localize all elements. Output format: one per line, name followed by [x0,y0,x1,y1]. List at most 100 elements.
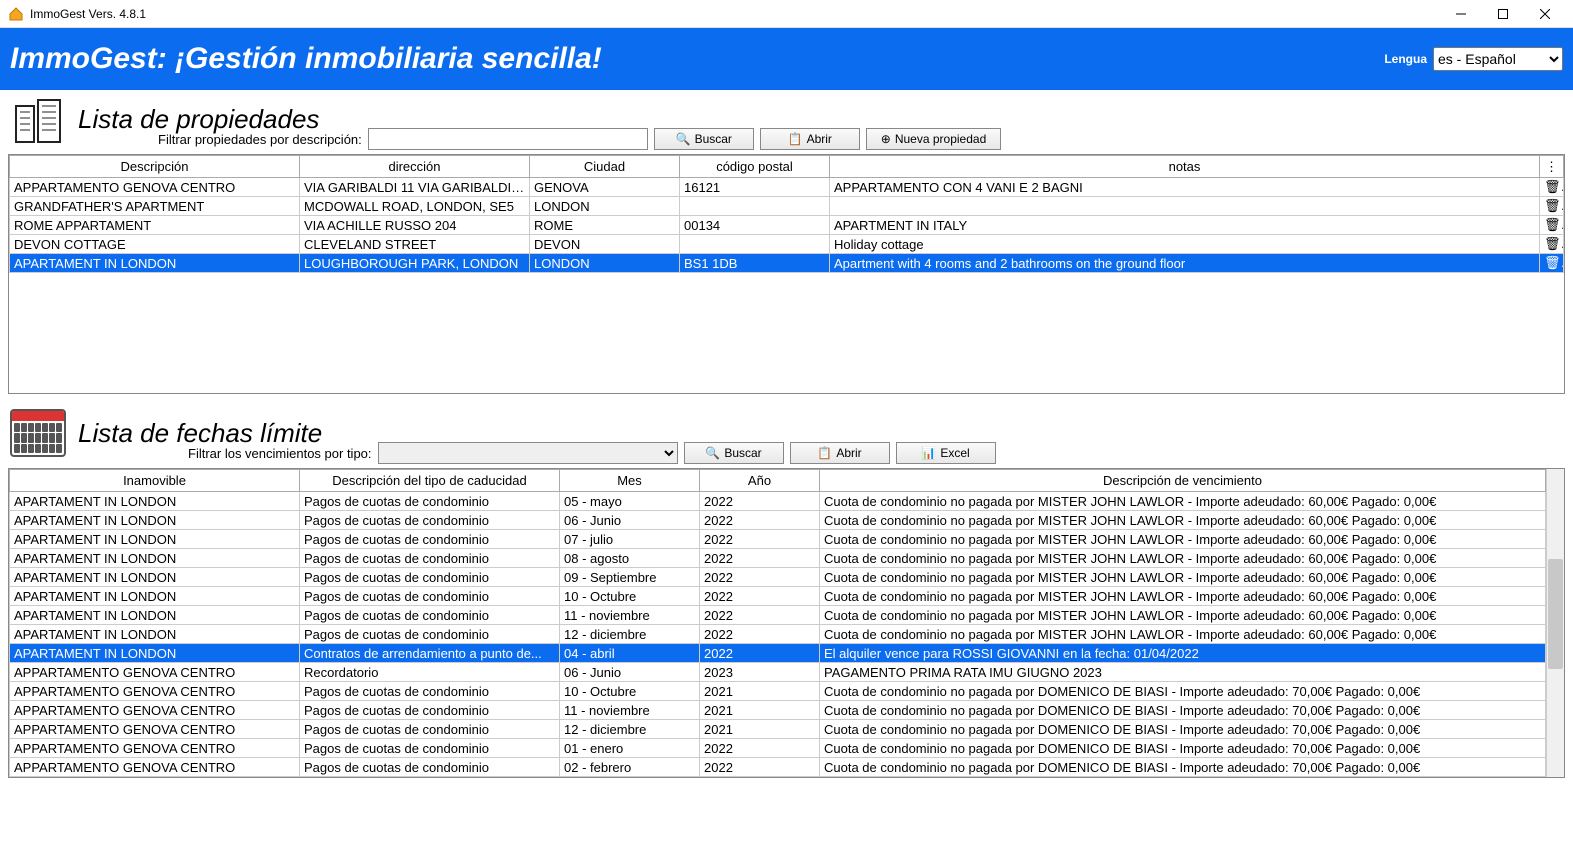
table-cell[interactable]: Cuota de condominio no pagada por MISTER… [820,625,1546,644]
col-description[interactable]: Descripción [10,156,300,178]
table-cell[interactable]: APPARTAMENTO CON 4 VANI E 2 BAGNI [830,178,1540,197]
delete-row-button[interactable]: 🗑 [1540,216,1564,235]
table-cell[interactable]: LONDON [530,254,680,273]
table-row[interactable]: APARTAMENT IN LONDONPagos de cuotas de c… [10,549,1546,568]
table-cell[interactable]: 2021 [700,720,820,739]
table-row[interactable]: APARTAMENT IN LONDONPagos de cuotas de c… [10,568,1546,587]
col-address[interactable]: dirección [300,156,530,178]
table-cell[interactable]: 01 - enero [560,739,700,758]
table-row[interactable]: DEVON COTTAGECLEVELAND STREETDEVONHolida… [10,235,1564,254]
table-cell[interactable]: Holiday cottage [830,235,1540,254]
table-cell[interactable]: APPARTAMENTO GENOVA CENTRO [10,663,300,682]
table-cell[interactable]: ROME [530,216,680,235]
table-cell[interactable]: CLEVELAND STREET [300,235,530,254]
table-cell[interactable] [680,235,830,254]
properties-search-button[interactable]: 🔍 Buscar [654,128,754,150]
table-cell[interactable]: APARTMENT IN ITALY [830,216,1540,235]
deadlines-excel-button[interactable]: 📊 Excel [896,442,996,464]
table-row[interactable]: APPARTAMENTO GENOVA CENTROPagos de cuota… [10,777,1546,778]
table-cell[interactable]: APPARTAMENTO GENOVA CENTRO [10,777,300,778]
table-cell[interactable]: 2021 [700,682,820,701]
table-cell[interactable]: VIA ACHILLE RUSSO 204 [300,216,530,235]
table-cell[interactable]: 05 - mayo [560,492,700,511]
table-cell[interactable]: 2021 [700,701,820,720]
table-cell[interactable]: Pagos de cuotas de condominio [300,777,560,778]
col-desc[interactable]: Descripción de vencimiento [820,470,1546,492]
table-cell[interactable]: DEVON COTTAGE [10,235,300,254]
table-cell[interactable]: Pagos de cuotas de condominio [300,701,560,720]
col-year[interactable]: Año [700,470,820,492]
table-cell[interactable]: APARTAMENT IN LONDON [10,587,300,606]
table-cell[interactable]: LOUGHBOROUGH PARK, LONDON [300,254,530,273]
table-cell[interactable]: 2022 [700,644,820,663]
table-cell[interactable]: Cuota de condominio no pagada por DOMENI… [820,739,1546,758]
table-row[interactable]: APPARTAMENTO GENOVA CENTROPagos de cuota… [10,739,1546,758]
table-cell[interactable]: 16121 [680,178,830,197]
table-cell[interactable]: Cuota de condominio no pagada por MISTER… [820,606,1546,625]
language-select[interactable]: es - Español [1433,47,1563,71]
col-month[interactable]: Mes [560,470,700,492]
maximize-button[interactable] [1483,2,1523,26]
table-cell[interactable]: Pagos de cuotas de condominio [300,511,560,530]
table-row[interactable]: APARTAMENT IN LONDONPagos de cuotas de c… [10,511,1546,530]
table-row[interactable]: APARTAMENT IN LONDONPagos de cuotas de c… [10,530,1546,549]
table-cell[interactable]: 2022 [700,777,820,778]
table-cell[interactable]: Apartment with 4 rooms and 2 bathrooms o… [830,254,1540,273]
properties-new-button[interactable]: ⊕ Nueva propiedad [866,128,1001,150]
table-cell[interactable]: 2022 [700,511,820,530]
table-cell[interactable]: APARTAMENT IN LONDON [10,625,300,644]
table-cell[interactable]: Pagos de cuotas de condominio [300,606,560,625]
table-cell[interactable]: 2022 [700,625,820,644]
table-cell[interactable]: APPARTAMENTO GENOVA CENTRO [10,739,300,758]
table-row[interactable]: GRANDFATHER'S APARTMENTMCDOWALL ROAD, LO… [10,197,1564,216]
table-cell[interactable]: 11 - noviembre [560,701,700,720]
table-cell[interactable]: 06 - Junio [560,511,700,530]
properties-open-button[interactable]: 📋 Abrir [760,128,860,150]
table-row[interactable]: APPARTAMENTO GENOVA CENTROVIA GARIBALDI … [10,178,1564,197]
table-cell[interactable]: APARTAMENT IN LONDON [10,254,300,273]
table-cell[interactable]: APPARTAMENTO GENOVA CENTRO [10,701,300,720]
table-cell[interactable]: GENOVA [530,178,680,197]
col-type[interactable]: Descripción del tipo de caducidad [300,470,560,492]
table-cell[interactable]: Pagos de cuotas de condominio [300,587,560,606]
table-cell[interactable]: LONDON [530,197,680,216]
table-cell[interactable]: APARTAMENT IN LONDON [10,644,300,663]
table-cell[interactable]: Pagos de cuotas de condominio [300,758,560,777]
table-cell[interactable]: Cuota de condominio no pagada por MISTER… [820,511,1546,530]
deadlines-open-button[interactable]: 📋 Abrir [790,442,890,464]
table-cell[interactable]: Cuota de condominio no pagada por MISTER… [820,492,1546,511]
delete-row-button[interactable]: 🗑 [1540,178,1564,197]
table-cell[interactable]: 2022 [700,492,820,511]
table-cell[interactable]: Cuota de condominio no pagada por MISTER… [820,568,1546,587]
table-cell[interactable]: APARTAMENT IN LONDON [10,511,300,530]
table-cell[interactable]: Cuota de condominio no pagada por DOMENI… [820,777,1546,778]
table-cell[interactable]: APARTAMENT IN LONDON [10,492,300,511]
table-cell[interactable]: 2022 [700,530,820,549]
col-notes[interactable]: notas [830,156,1540,178]
col-menu[interactable]: ⋮ [1540,156,1564,178]
table-cell[interactable]: Cuota de condominio no pagada por MISTER… [820,549,1546,568]
table-cell[interactable]: APPARTAMENTO GENOVA CENTRO [10,720,300,739]
table-cell[interactable]: ROME APPARTAMENT [10,216,300,235]
table-cell[interactable]: 10 - Octubre [560,682,700,701]
table-cell[interactable]: 06 - Junio [560,663,700,682]
table-cell[interactable]: 2022 [700,739,820,758]
table-row[interactable]: APARTAMENT IN LONDONPagos de cuotas de c… [10,587,1546,606]
table-cell[interactable]: GRANDFATHER'S APARTMENT [10,197,300,216]
scrollbar-thumb[interactable] [1548,559,1563,669]
table-cell[interactable]: Cuota de condominio no pagada por DOMENI… [820,758,1546,777]
table-row[interactable]: APPARTAMENTO GENOVA CENTROPagos de cuota… [10,720,1546,739]
close-button[interactable] [1525,2,1565,26]
table-cell[interactable]: 12 - diciembre [560,720,700,739]
table-cell[interactable]: Pagos de cuotas de condominio [300,682,560,701]
table-cell[interactable]: 12 - diciembre [560,625,700,644]
col-postal[interactable]: código postal [680,156,830,178]
minimize-button[interactable] [1441,2,1481,26]
table-cell[interactable]: Pagos de cuotas de condominio [300,625,560,644]
col-city[interactable]: Ciudad [530,156,680,178]
table-cell[interactable]: APPARTAMENTO GENOVA CENTRO [10,758,300,777]
table-cell[interactable]: APPARTAMENTO GENOVA CENTRO [10,178,300,197]
table-cell[interactable]: Cuota de condominio no pagada por MISTER… [820,587,1546,606]
table-cell[interactable]: Contratos de arrendamiento a punto de... [300,644,560,663]
table-cell[interactable]: Pagos de cuotas de condominio [300,492,560,511]
